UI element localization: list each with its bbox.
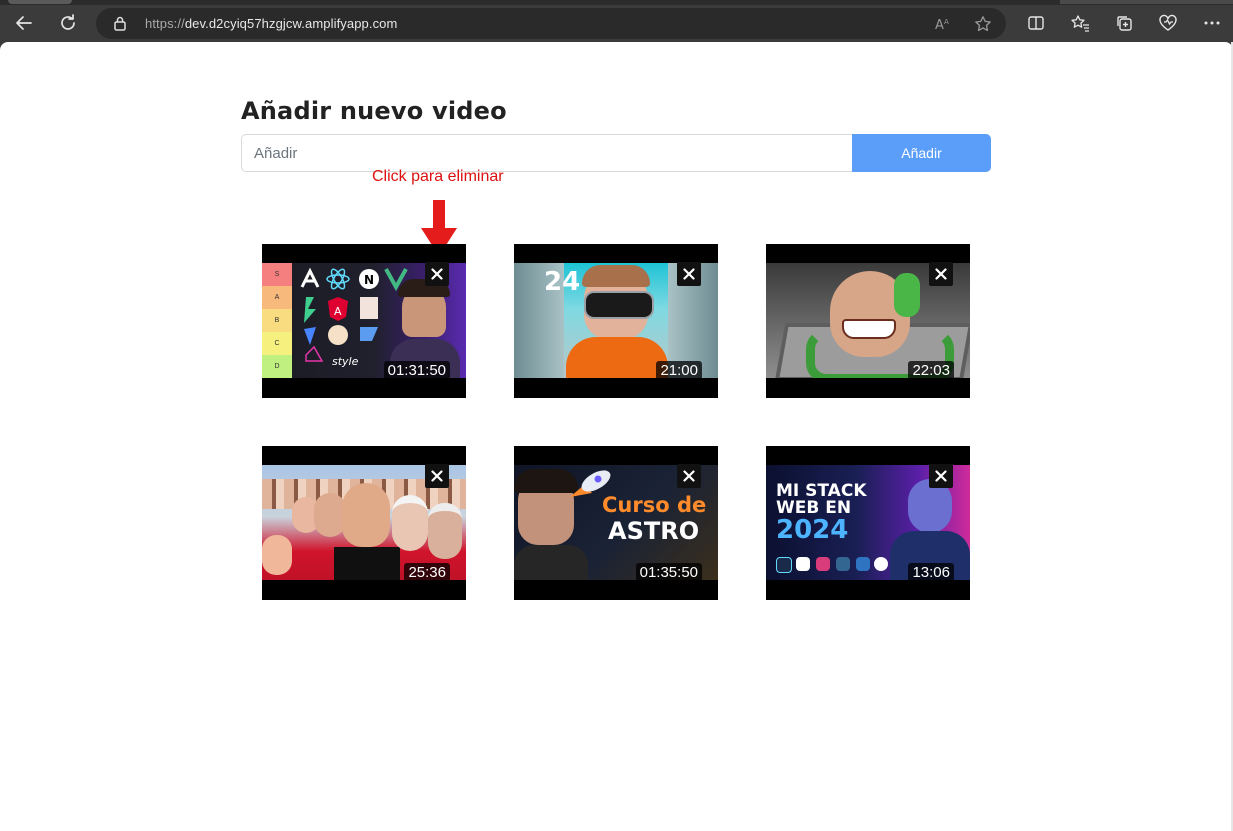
svg-text:A: A bbox=[334, 305, 342, 318]
add-button[interactable]: Añadir bbox=[852, 134, 991, 172]
svg-text:A: A bbox=[935, 18, 944, 32]
page-title: Añadir nuevo video bbox=[241, 97, 507, 125]
close-icon[interactable] bbox=[425, 262, 449, 286]
video-card[interactable]: MI STACK WEB EN 2024 13:06 bbox=[766, 446, 970, 600]
favorites-icon[interactable] bbox=[1064, 7, 1096, 39]
browser-essentials-icon[interactable] bbox=[1152, 7, 1184, 39]
browser-toolbar: https://dev.d2cyiq57hzgjcw.amplifyapp.co… bbox=[0, 5, 1233, 42]
lock-icon[interactable] bbox=[113, 15, 127, 36]
favorite-star-icon[interactable] bbox=[972, 13, 994, 35]
page-viewport: Añadir nuevo video Añadir Click para eli… bbox=[0, 42, 1233, 831]
close-icon[interactable] bbox=[677, 464, 701, 488]
video-url-input[interactable] bbox=[241, 134, 852, 172]
thumb-year: 2024 bbox=[776, 515, 849, 545]
split-screen-icon[interactable] bbox=[1020, 7, 1052, 39]
react-logo-icon bbox=[776, 557, 792, 573]
postgres-logo-icon bbox=[836, 557, 850, 571]
svg-text:style: style bbox=[332, 355, 359, 368]
close-icon[interactable] bbox=[929, 262, 953, 286]
framework-logo-icon bbox=[816, 557, 830, 571]
refresh-icon[interactable] bbox=[52, 7, 84, 39]
thumb-subheadline: ASTRO bbox=[608, 517, 700, 545]
presenter-hair bbox=[582, 265, 650, 287]
baby-face bbox=[262, 535, 292, 575]
url-text[interactable]: https://dev.d2cyiq57hzgjcw.amplifyapp.co… bbox=[145, 16, 397, 31]
video-duration: 22:03 bbox=[908, 361, 954, 380]
close-icon[interactable] bbox=[425, 464, 449, 488]
typescript-logo-icon bbox=[856, 557, 870, 571]
browser-tab[interactable] bbox=[8, 0, 72, 4]
browser-tab-strip-end bbox=[1060, 0, 1233, 4]
back-arrow-icon[interactable] bbox=[8, 7, 40, 39]
prisma-logo-icon bbox=[796, 557, 810, 571]
collections-icon[interactable] bbox=[1108, 7, 1140, 39]
snake-head bbox=[894, 273, 920, 317]
video-duration: 21:00 bbox=[656, 361, 702, 380]
close-icon[interactable] bbox=[929, 464, 953, 488]
delete-hint-text: Click para eliminar bbox=[372, 168, 504, 185]
url-protocol: https:// bbox=[145, 16, 185, 31]
address-bar[interactable]: https://dev.d2cyiq57hzgjcw.amplifyapp.co… bbox=[96, 8, 1006, 39]
video-duration: 25:36 bbox=[404, 563, 450, 582]
presenter-shirt bbox=[334, 547, 400, 580]
elder-face bbox=[392, 495, 428, 551]
presenter-hoodie bbox=[566, 337, 668, 378]
video-duration: 13:06 bbox=[908, 563, 954, 582]
read-aloud-icon[interactable]: AA bbox=[932, 13, 954, 35]
svg-text:A: A bbox=[944, 18, 949, 26]
vr-headset bbox=[584, 291, 654, 319]
video-card[interactable]: Curso de ASTRO 01:35:50 bbox=[514, 446, 718, 600]
video-card[interactable]: 24 HO 21:00 bbox=[514, 244, 718, 398]
url-host: dev.d2cyiq57hzgjcw.amplifyapp.com bbox=[184, 16, 398, 31]
elder-face bbox=[428, 503, 462, 559]
video-card[interactable]: 25:36 bbox=[262, 446, 466, 600]
presenter-face bbox=[342, 483, 390, 547]
video-duration: 01:35:50 bbox=[635, 563, 702, 582]
more-menu-icon[interactable] bbox=[1196, 7, 1228, 39]
close-icon[interactable] bbox=[677, 262, 701, 286]
svg-text:N: N bbox=[364, 273, 374, 287]
video-duration: 01:31:50 bbox=[383, 361, 450, 380]
presenter-shirt bbox=[514, 545, 588, 580]
add-video-form: Añadir bbox=[241, 134, 991, 172]
video-card[interactable]: S A B C D N A style 01:31:50 bbox=[262, 244, 466, 398]
video-card[interactable]: 22:03 bbox=[766, 244, 970, 398]
nextjs-logo-icon bbox=[874, 557, 888, 571]
thumb-headline: Curso de bbox=[602, 493, 707, 517]
